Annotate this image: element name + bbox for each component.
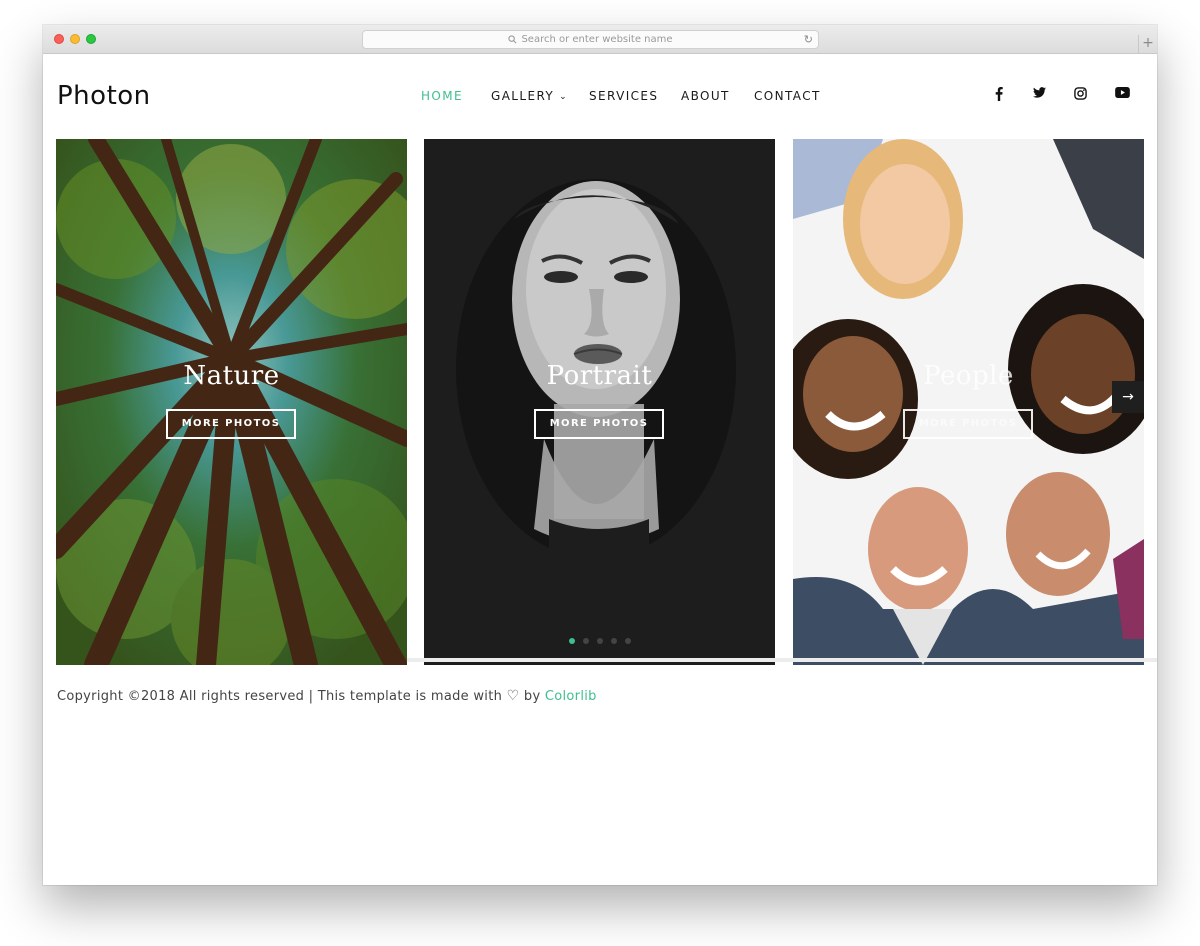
minimize-window-button[interactable] xyxy=(70,34,80,44)
slider-next-arrow-icon[interactable]: → xyxy=(1112,381,1144,413)
search-icon xyxy=(508,31,517,50)
youtube-icon[interactable] xyxy=(1114,87,1130,103)
browser-titlebar: Search or enter website name ↻ + xyxy=(43,25,1157,54)
gallery-scrollbar[interactable] xyxy=(407,658,1157,662)
panel-title-portrait: Portrait xyxy=(546,361,653,391)
slider-dots xyxy=(424,629,775,648)
slider-dot[interactable] xyxy=(610,638,617,644)
gallery-panel-portrait[interactable]: Portrait MORE PHOTOS xyxy=(424,139,775,665)
twitter-icon[interactable] xyxy=(1031,87,1047,103)
site-logo[interactable]: Photon xyxy=(57,81,151,111)
nav-item-services[interactable]: SERVICES xyxy=(589,89,658,103)
slider-dot[interactable] xyxy=(596,638,603,644)
slider-dot[interactable] xyxy=(568,638,575,644)
portrait-woman-image xyxy=(424,139,775,665)
footer-copyright: Copyright ©2018 All rights reserved | Th… xyxy=(57,688,597,704)
footer-copyright-text: Copyright ©2018 All rights reserved | Th… xyxy=(57,689,503,704)
instagram-icon[interactable] xyxy=(1072,87,1088,103)
close-window-button[interactable] xyxy=(54,34,64,44)
heart-icon: ♡ xyxy=(506,688,520,704)
more-photos-button-nature[interactable]: MORE PHOTOS xyxy=(166,409,296,439)
panel-title-nature: Nature xyxy=(183,361,280,391)
people-group-image xyxy=(793,139,1144,665)
maximize-window-button[interactable] xyxy=(86,34,96,44)
nav-item-gallery[interactable]: GALLERY ⌄ xyxy=(491,89,568,103)
nature-forest-image xyxy=(56,139,407,665)
nav-item-about[interactable]: ABOUT xyxy=(681,89,730,103)
nav-item-contact[interactable]: CONTACT xyxy=(754,89,821,103)
colorlib-link[interactable]: Colorlib xyxy=(545,689,597,704)
footer-by-text: by xyxy=(523,689,541,704)
slider-dot[interactable] xyxy=(624,638,631,644)
chevron-down-icon: ⌄ xyxy=(559,92,569,102)
new-tab-icon[interactable]: + xyxy=(1138,35,1157,53)
gallery-panel-people[interactable]: People MORE PHOTOS → xyxy=(793,139,1144,665)
reload-icon[interactable]: ↻ xyxy=(804,31,813,48)
browser-window: Search or enter website name ↻ + Photon … xyxy=(43,25,1157,885)
more-photos-button-portrait[interactable]: MORE PHOTOS xyxy=(534,409,664,439)
nav-item-gallery-label: GALLERY xyxy=(491,89,555,103)
panel-title-people: People xyxy=(923,361,1014,391)
nav-item-home[interactable]: HOME xyxy=(421,89,463,103)
slider-dot[interactable] xyxy=(582,638,589,644)
address-bar[interactable]: Search or enter website name ↻ xyxy=(362,30,819,49)
address-bar-placeholder: Search or enter website name xyxy=(521,34,673,45)
more-photos-button-people[interactable]: MORE PHOTOS xyxy=(903,409,1033,439)
facebook-icon[interactable] xyxy=(991,87,1007,103)
gallery-panel-nature[interactable]: Nature MORE PHOTOS xyxy=(56,139,407,665)
